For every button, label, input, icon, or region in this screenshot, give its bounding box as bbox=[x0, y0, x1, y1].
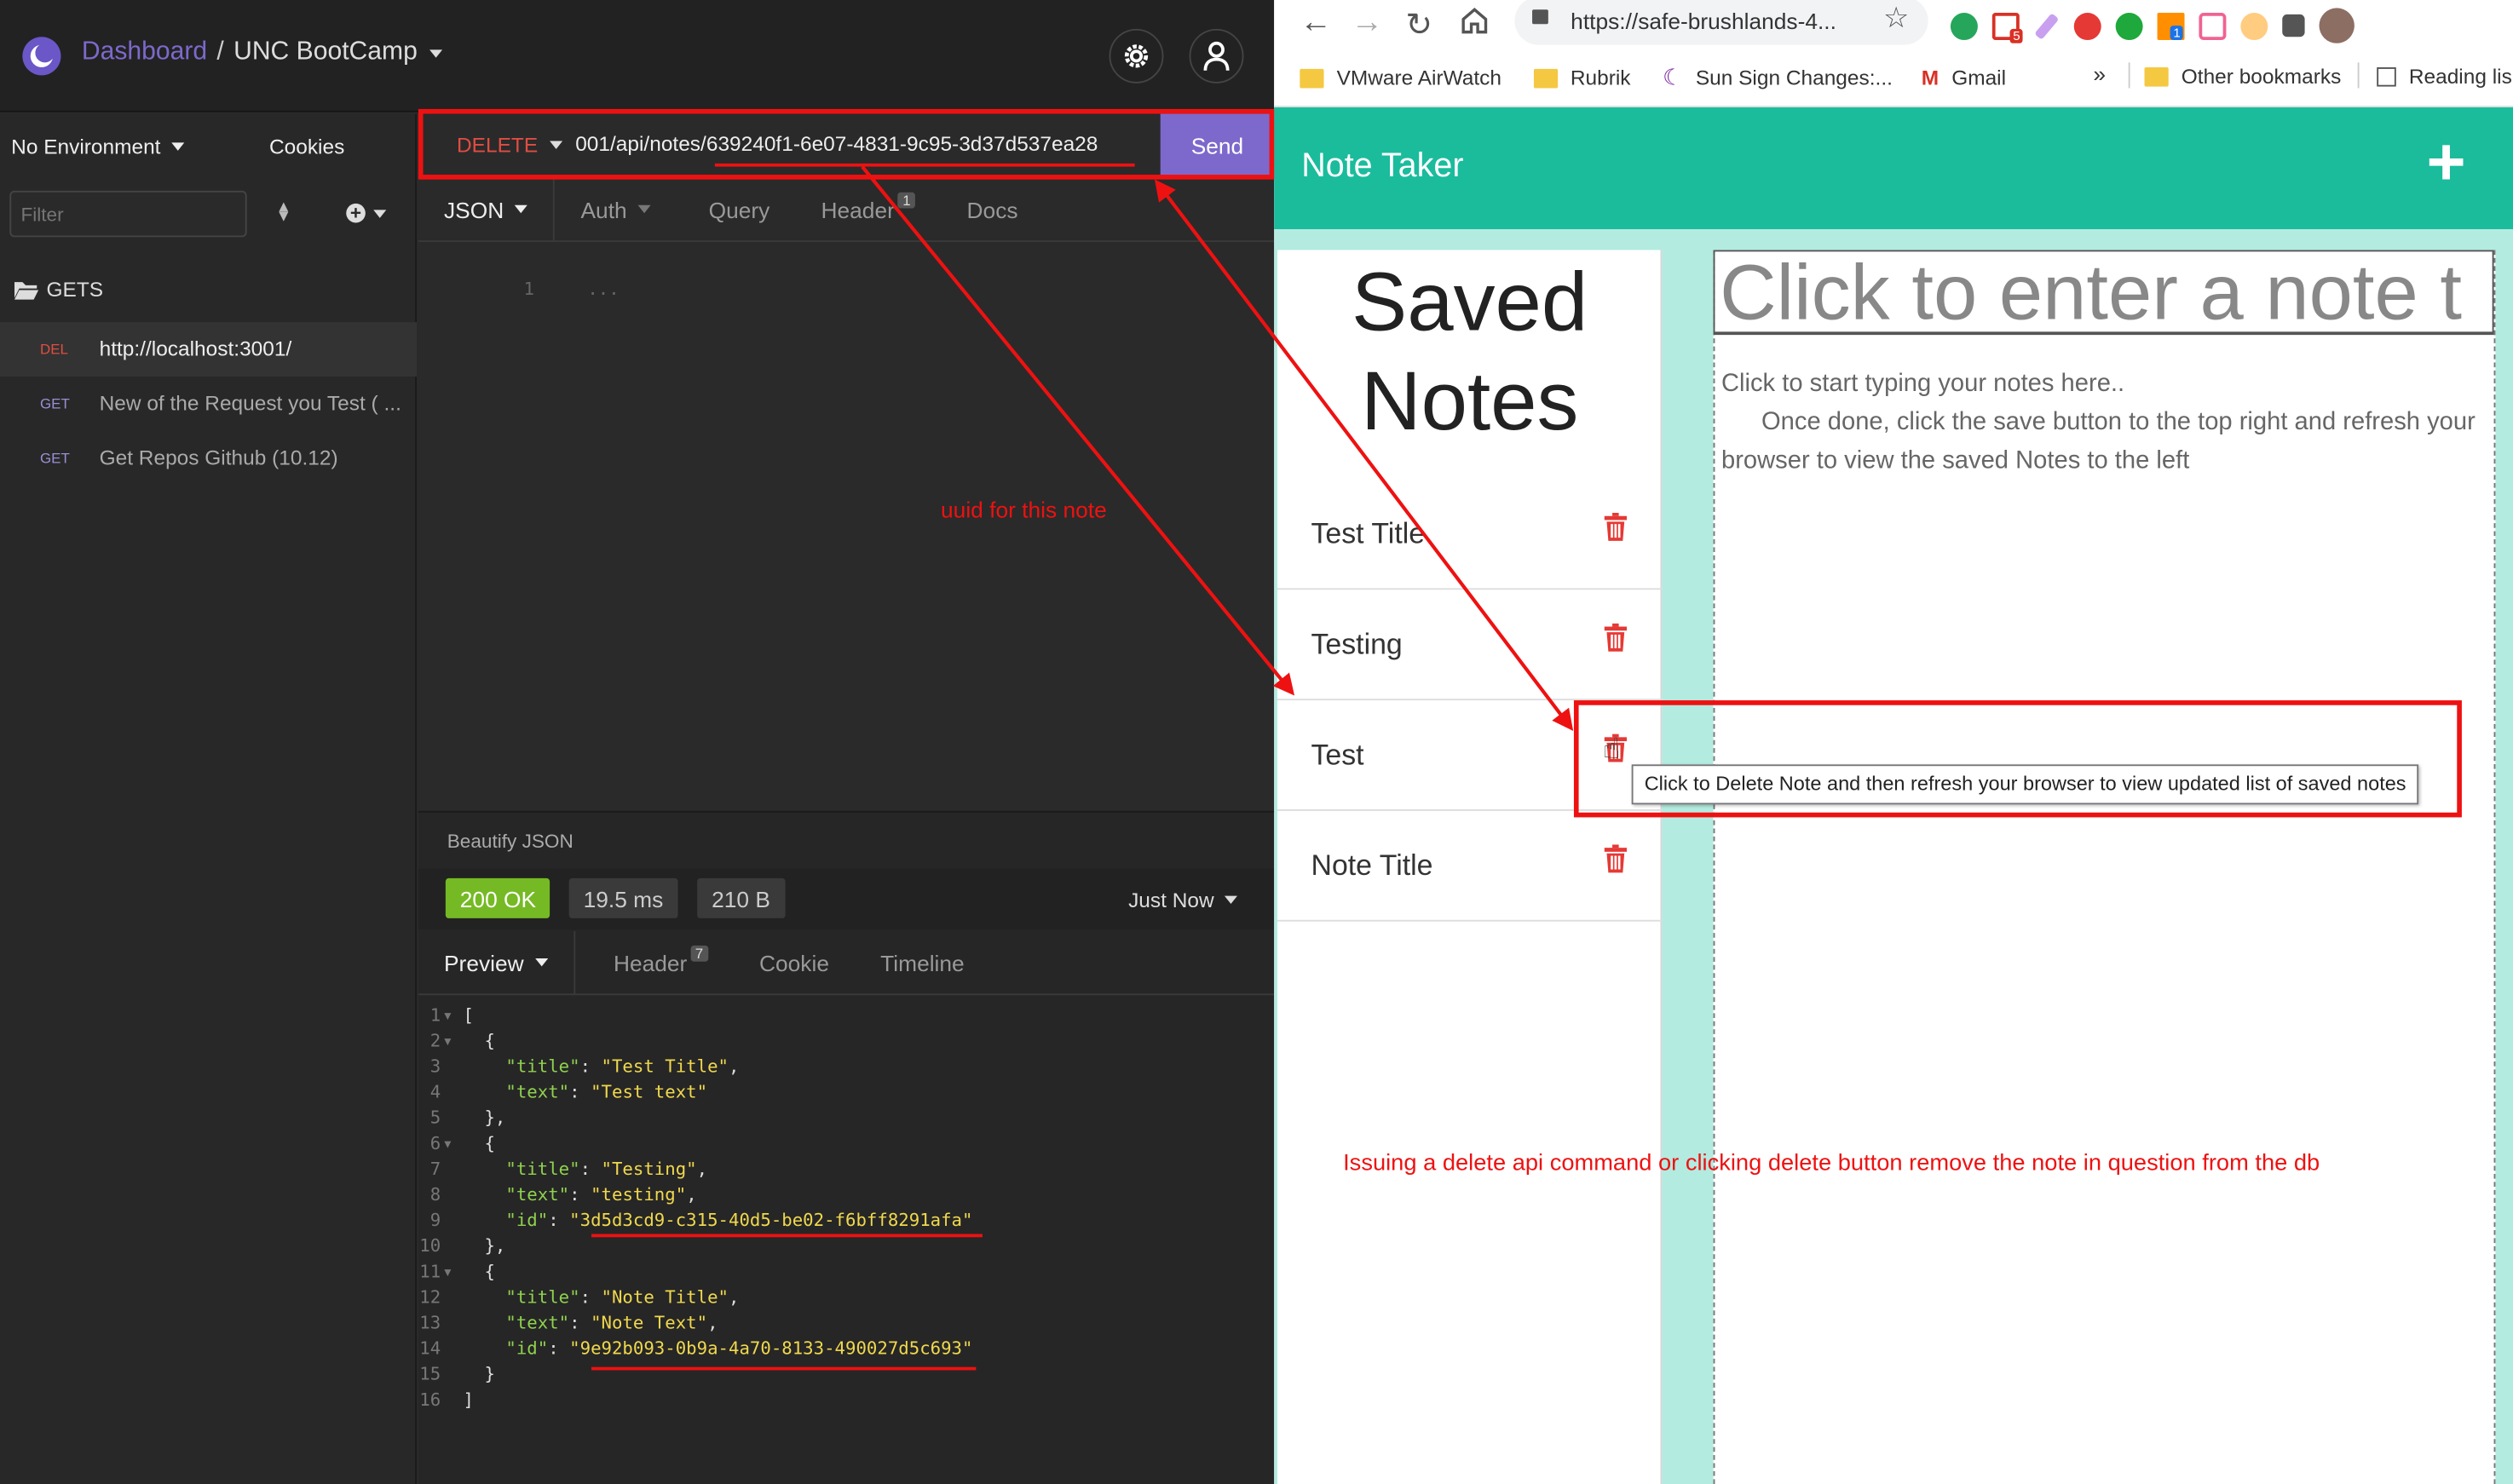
annotation-arrows bbox=[861, 165, 1574, 732]
screenshot: Dashboard / UNC BootCamp No Environment … bbox=[0, 0, 2513, 1484]
hover-tooltip: Click to Delete Note and then refresh yo… bbox=[1631, 764, 2419, 805]
frame: Dashboard / UNC BootCamp No Environment … bbox=[0, 0, 2513, 1484]
hand-cursor-icon: ☝ bbox=[1602, 732, 1621, 765]
